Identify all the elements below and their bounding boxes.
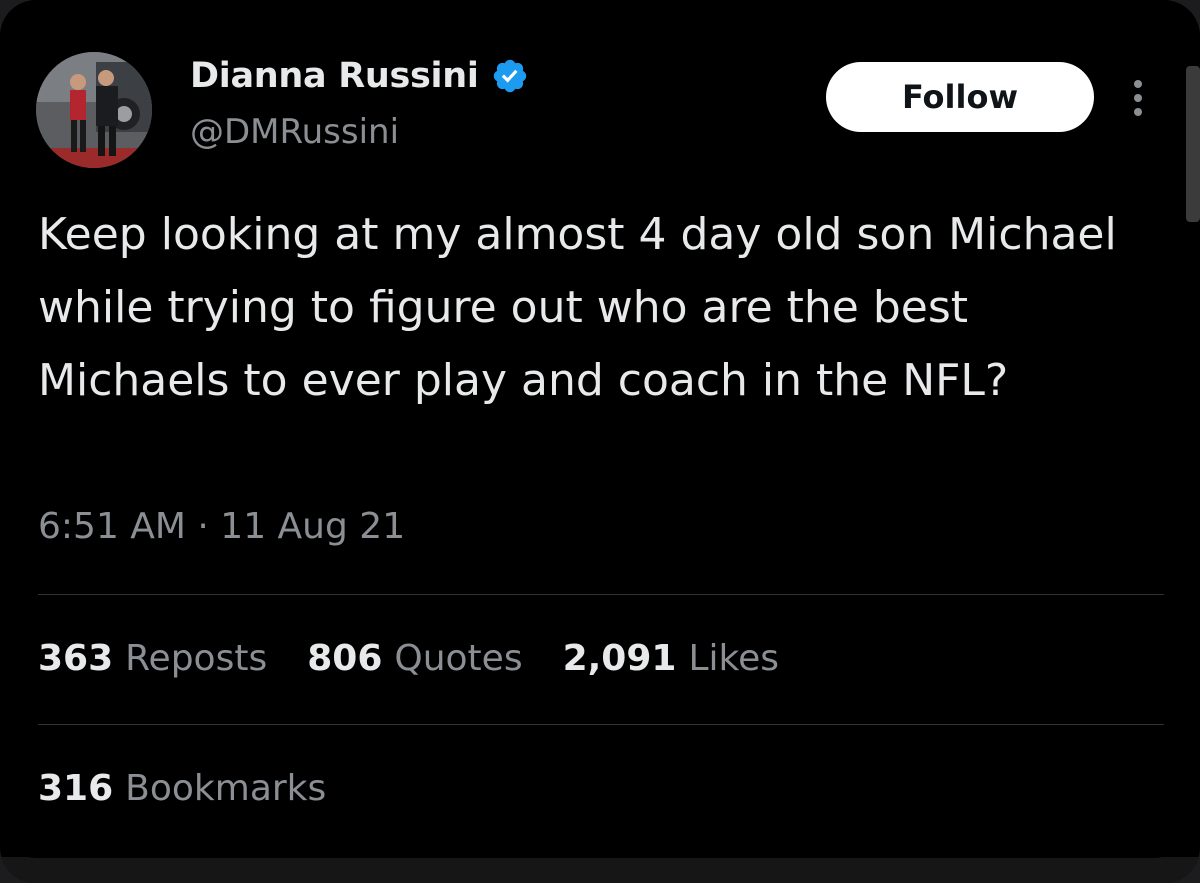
likes-stat[interactable]: 2,091 Likes [563,638,779,679]
tweet-card: Dianna Russini @DMRussini Follow Keep lo… [0,0,1190,858]
author-display-name[interactable]: Dianna Russini [190,56,479,96]
quotes-label: Quotes [394,638,523,679]
reposts-count: 363 [38,638,114,679]
divider [38,594,1164,595]
quotes-stat[interactable]: 806 Quotes [307,638,522,679]
scrollbar[interactable] [1186,66,1200,222]
reposts-label: Reposts [125,638,268,679]
bookmarks-label: Bookmarks [125,768,327,809]
tweet-text: Keep looking at my almost 4 day old son … [38,209,1117,406]
author-handle[interactable]: @DMRussini [190,112,399,152]
bookmarks-stat[interactable]: 316 Bookmarks [38,768,326,809]
likes-count: 2,091 [562,638,677,679]
reposts-stat[interactable]: 363 Reposts [38,638,267,679]
likes-label: Likes [688,638,779,679]
avatar[interactable] [36,52,152,168]
screenshot-frame: Dianna Russini @DMRussini Follow Keep lo… [0,0,1200,883]
verified-badge-icon [491,57,529,95]
follow-button[interactable]: Follow [826,62,1094,132]
divider [38,724,1164,725]
avatar-photo [36,52,152,168]
quotes-count: 806 [307,638,383,679]
tweet-timestamp[interactable]: 6:51 AM · 11 Aug 21 [38,506,405,547]
bookmarks-count: 316 [38,768,114,809]
engagement-stats: 363 Reposts 806 Quotes 2,091 Likes [38,638,819,679]
bottom-edge [0,857,1200,883]
author-name-row: Dianna Russini [190,56,529,96]
